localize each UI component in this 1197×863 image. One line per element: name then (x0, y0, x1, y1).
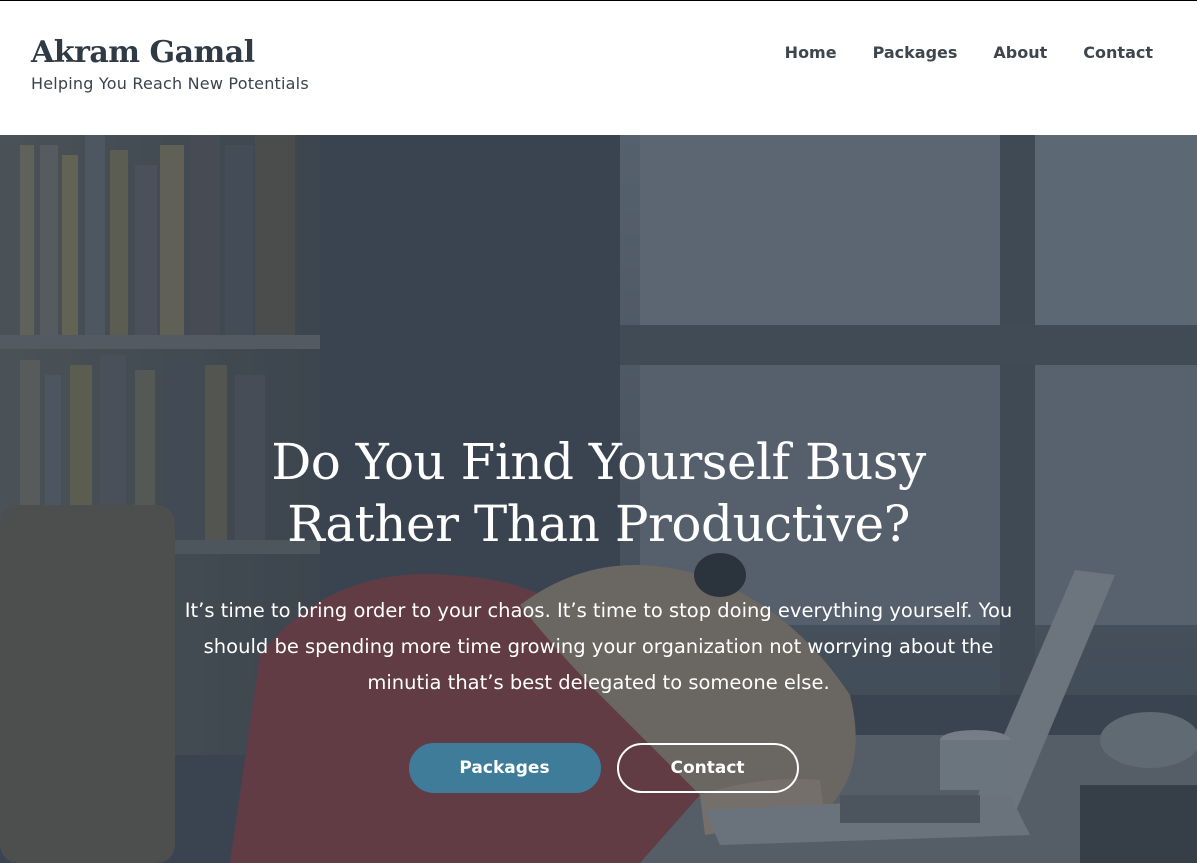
hero-heading: Do You Find Yourself Busy Rather Than Pr… (271, 433, 926, 553)
site-title[interactable]: Akram Gamal (31, 35, 309, 71)
contact-button[interactable]: Contact (616, 743, 799, 793)
nav-item-about[interactable]: About (993, 42, 1047, 64)
hero-description: It’s time to bring order to your chaos. … (184, 599, 1013, 694)
main-nav: Home Packages About Contact (785, 42, 1153, 64)
nav-item-contact[interactable]: Contact (1083, 42, 1153, 64)
hero-section: Do You Find Yourself Busy Rather Than Pr… (0, 135, 1197, 863)
nav-item-packages[interactable]: Packages (873, 42, 958, 64)
hero-buttons: Packages Contact (0, 743, 1197, 793)
brand: Akram Gamal Helping You Reach New Potent… (31, 35, 309, 95)
packages-button[interactable]: Packages (408, 743, 601, 793)
nav-item-home[interactable]: Home (785, 42, 837, 64)
site-header: Akram Gamal Helping You Reach New Potent… (0, 1, 1197, 135)
site-tagline: Helping You Reach New Potentials (31, 74, 309, 93)
hero-content: Do You Find Yourself Busy Rather Than Pr… (0, 431, 1197, 793)
